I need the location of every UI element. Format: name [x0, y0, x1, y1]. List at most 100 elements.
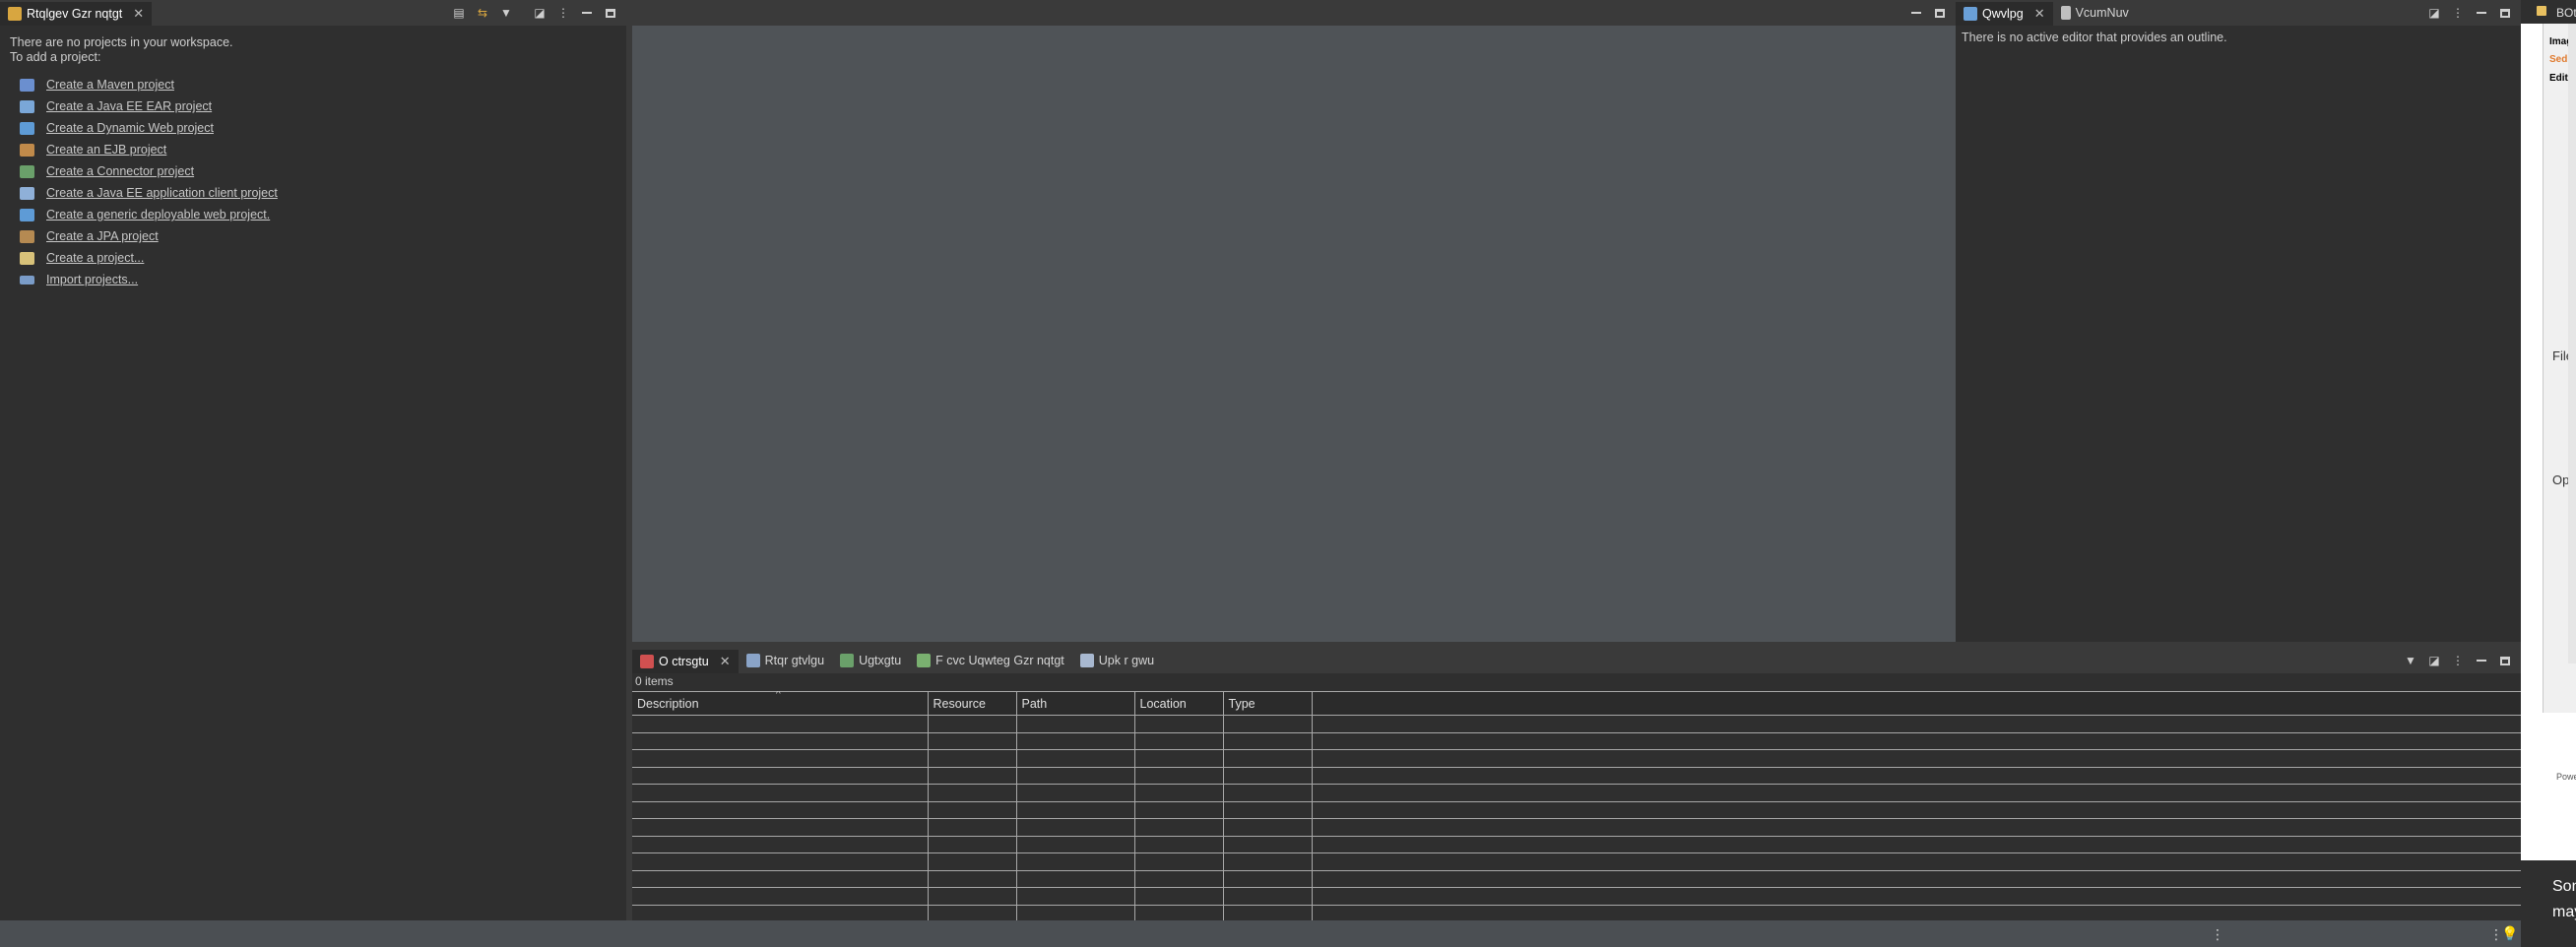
table-row[interactable]	[632, 767, 2521, 785]
import-projects-link[interactable]: Import projects...	[46, 273, 138, 286]
view-menu-icon[interactable]: ◪	[532, 5, 547, 21]
table-cell	[1134, 887, 1224, 906]
table-cell	[1134, 836, 1224, 853]
table-cell	[1223, 801, 1313, 819]
list-item: Import projects...	[10, 269, 616, 290]
more-options-icon[interactable]: ⋮	[2450, 5, 2466, 21]
column-header-path[interactable]: Path	[1016, 691, 1135, 716]
table-cell	[1312, 749, 2521, 768]
dialog-scrollbar[interactable]	[2568, 24, 2576, 663]
notice-line-2: may	[2552, 904, 2576, 920]
tab-data-source-explorer[interactable]: F cvc Uqwteg Gzr nqtgt	[909, 648, 1072, 673]
maximize-icon[interactable]	[2497, 653, 2513, 668]
create-jpa-project-link[interactable]: Create a JPA project	[46, 229, 159, 243]
maximize-icon[interactable]	[603, 5, 618, 21]
notice-line-1: Son	[2552, 878, 2576, 895]
filter-icon[interactable]: ▼	[2403, 653, 2418, 668]
tab-snippets[interactable]: Upk r gwu	[1072, 648, 1162, 673]
table-row[interactable]	[632, 715, 2521, 733]
link-with-editor-icon[interactable]: ⇆	[475, 5, 490, 21]
view-menu-icon[interactable]: ◪	[2426, 653, 2442, 668]
close-icon[interactable]: ✕	[133, 6, 144, 22]
table-row[interactable]	[632, 732, 2521, 750]
table-row[interactable]	[632, 801, 2521, 819]
app-client-project-icon	[20, 186, 34, 200]
markers-grid: Description ^ Resource Path Location Typ…	[632, 691, 2521, 920]
column-header-type[interactable]: Type	[1223, 691, 1313, 716]
create-project-link[interactable]: Create a project...	[46, 251, 144, 265]
table-row[interactable]	[632, 870, 2521, 888]
tab-task-list[interactable]: VcumNuv	[2053, 0, 2137, 26]
filter-icon[interactable]: ▼	[498, 5, 514, 21]
lightbulb-icon[interactable]: 💡	[2501, 925, 2518, 942]
table-row[interactable]	[632, 836, 2521, 853]
table-cell	[928, 784, 1017, 802]
column-header-description[interactable]: Description ^	[632, 691, 929, 716]
list-item: Create a generic deployable web project.	[10, 204, 616, 225]
outline-empty-message: There is no active editor that provides …	[1962, 31, 2227, 44]
project-explorer-icon	[8, 7, 22, 21]
column-header-resource[interactable]: Resource	[928, 691, 1017, 716]
table-cell	[1312, 801, 2521, 819]
tab-project-explorer[interactable]: Rtqlgev Gzr nqtgt ✕	[0, 0, 153, 26]
table-row[interactable]	[632, 887, 2521, 906]
create-deployable-web-project-link[interactable]: Create a generic deployable web project.	[46, 208, 270, 221]
table-cell	[1312, 870, 2521, 888]
minimize-icon[interactable]	[579, 5, 595, 21]
minimize-icon[interactable]	[2474, 653, 2489, 668]
more-options-icon[interactable]: ⋮	[555, 5, 571, 21]
add-project-hint: To add a project:	[10, 50, 101, 64]
table-row[interactable]	[632, 749, 2521, 768]
table-cell	[1134, 767, 1224, 785]
table-row[interactable]	[632, 784, 2521, 802]
table-cell	[632, 749, 929, 768]
minimize-icon[interactable]	[2474, 5, 2489, 21]
maximize-icon[interactable]	[2497, 5, 2513, 21]
table-row[interactable]	[632, 818, 2521, 837]
table-cell	[928, 870, 1017, 888]
tab-properties[interactable]: Rtqr gtvlgu	[739, 648, 832, 673]
table-cell	[928, 767, 1017, 785]
table-header-row: Description ^ Resource Path Location Typ…	[632, 691, 2521, 716]
create-ear-project-link[interactable]: Create a Java EE EAR project	[46, 99, 212, 113]
create-connector-project-link[interactable]: Create a Connector project	[46, 164, 194, 178]
more-options-icon[interactable]: ⋮	[2450, 653, 2466, 668]
data-source-explorer-icon	[917, 654, 932, 667]
tab-outline[interactable]: Qwvlpg ✕	[1956, 0, 2053, 26]
tab-markers[interactable]: O ctrsgtu ✕	[632, 648, 739, 673]
minimize-icon[interactable]	[1908, 5, 1924, 21]
tab-servers[interactable]: Ugtxgtu	[832, 648, 909, 673]
table-cell	[1312, 732, 2521, 750]
dialog-title: BOt	[2556, 6, 2576, 20]
table-cell	[1223, 852, 1313, 871]
table-cell	[1134, 749, 1224, 768]
table-cell	[1223, 715, 1313, 733]
create-app-client-project-link[interactable]: Create a Java EE application client proj…	[46, 186, 278, 200]
create-dynamic-web-project-link[interactable]: Create a Dynamic Web project	[46, 121, 214, 135]
table-cell	[632, 905, 929, 920]
tab-label: F cvc Uqwteg Gzr nqtgt	[935, 654, 1064, 667]
table-cell	[1016, 784, 1135, 802]
properties-icon	[745, 654, 760, 667]
collapse-all-icon[interactable]: ▤	[451, 5, 467, 21]
close-icon[interactable]: ✕	[720, 654, 731, 669]
table-cell	[1134, 732, 1224, 750]
table-row[interactable]	[632, 852, 2521, 871]
table-cell	[928, 732, 1017, 750]
table-cell	[632, 801, 929, 819]
ejb-project-icon	[20, 143, 34, 157]
table-row[interactable]	[632, 905, 2521, 920]
table-cell	[632, 784, 929, 802]
editor-toolbar	[1908, 5, 1956, 21]
table-cell	[928, 715, 1017, 733]
create-ejb-project-link[interactable]: Create an EJB project	[46, 143, 166, 157]
table-cell	[1016, 870, 1135, 888]
new-project-icon	[20, 251, 34, 265]
maximize-icon[interactable]	[1932, 5, 1948, 21]
table-cell	[1134, 818, 1224, 837]
close-icon[interactable]: ✕	[2034, 6, 2045, 22]
column-header-location[interactable]: Location	[1134, 691, 1224, 716]
view-menu-icon[interactable]: ◪	[2426, 5, 2442, 21]
status-trim-handle[interactable]: ⋮	[2211, 926, 2224, 943]
create-maven-project-link[interactable]: Create a Maven project	[46, 78, 174, 92]
